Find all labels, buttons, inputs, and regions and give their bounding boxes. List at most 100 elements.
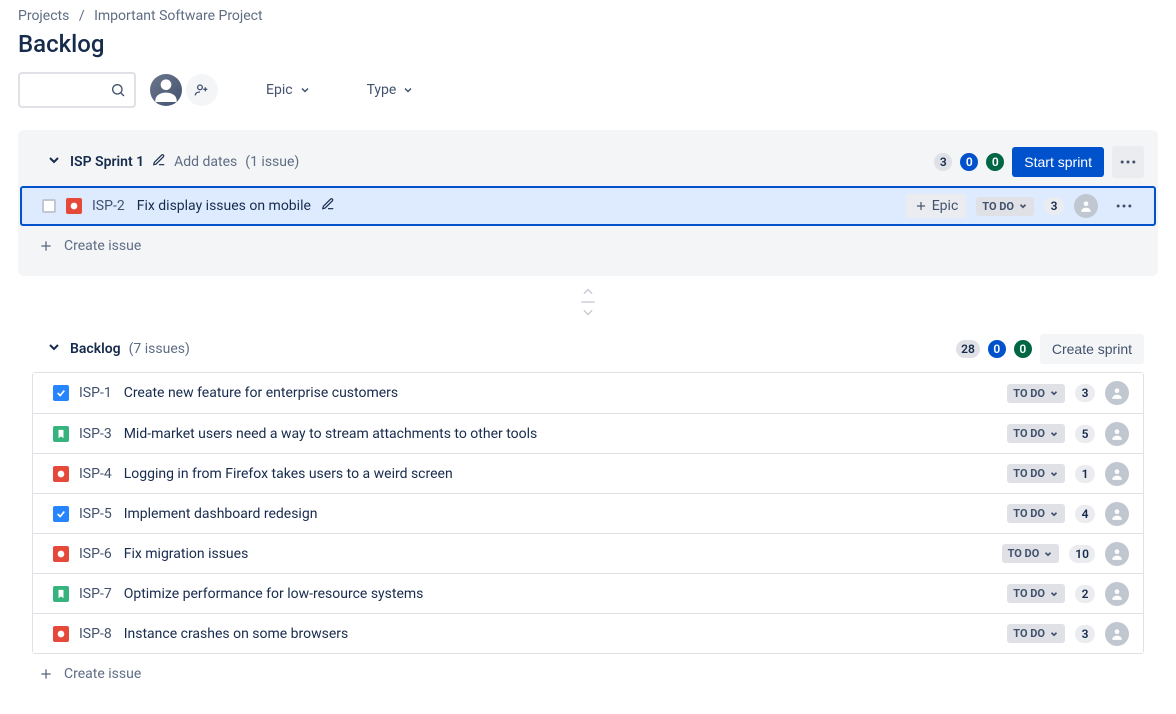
user-avatar[interactable] — [150, 74, 182, 106]
story-points: 2 — [1075, 585, 1095, 603]
status-lozenge[interactable]: TO DO — [1007, 464, 1065, 483]
unassigned-avatar[interactable] — [1105, 582, 1129, 606]
issue-summary[interactable]: Fix display issues on mobile — [137, 198, 311, 214]
status-lozenge[interactable]: TO DO — [976, 197, 1034, 216]
status-lozenge[interactable]: TO DO — [1002, 544, 1060, 563]
issue-summary[interactable]: Create new feature for enterprise custom… — [124, 385, 398, 401]
sprint-panel: ISP Sprint 1 Add dates (1 issue) 3 0 0 S… — [18, 130, 1158, 276]
issue-summary[interactable]: Logging in from Firefox takes users to a… — [124, 466, 453, 482]
create-sprint-button[interactable]: Create sprint — [1040, 334, 1144, 364]
story-points: 3 — [1075, 625, 1095, 643]
person-icon — [150, 74, 182, 106]
status-lozenge[interactable]: TO DO — [1007, 504, 1065, 523]
more-icon — [1118, 152, 1138, 172]
issue-more-button[interactable] — [1108, 190, 1140, 222]
page-title: Backlog — [18, 30, 1158, 58]
more-icon — [1114, 196, 1134, 216]
backlog-collapse-toggle[interactable] — [46, 339, 62, 359]
issue-key[interactable]: ISP-7 — [79, 586, 112, 602]
story-points: 4 — [1075, 505, 1095, 523]
sprint-create-issue[interactable]: Create issue — [18, 226, 1158, 266]
unassigned-avatar[interactable] — [1105, 381, 1129, 405]
epic-filter-dropdown[interactable]: Epic — [258, 76, 319, 104]
issue-row[interactable]: ISP-3 Mid-market users need a way to stre… — [33, 413, 1143, 453]
issue-summary[interactable]: Mid-market users need a way to stream at… — [124, 426, 538, 442]
issue-key[interactable]: ISP-4 — [79, 466, 112, 482]
sprint-add-dates-label[interactable]: Add dates — [174, 154, 237, 170]
status-lozenge[interactable]: TO DO — [1007, 584, 1065, 603]
backlog-panel: Backlog (7 issues) 28 0 0 Create sprint … — [18, 328, 1158, 694]
issue-key[interactable]: ISP-3 — [79, 426, 112, 442]
issue-key[interactable]: ISP-5 — [79, 506, 112, 522]
issue-key[interactable]: ISP-8 — [79, 626, 112, 642]
add-person-icon — [194, 82, 210, 98]
issue-summary[interactable]: Fix migration issues — [124, 546, 249, 562]
issue-summary[interactable]: Implement dashboard redesign — [124, 506, 318, 522]
drag-handle[interactable] — [18, 290, 1158, 314]
sprint-more-button[interactable] — [1112, 146, 1144, 178]
breadcrumb-separator: / — [79, 8, 85, 24]
issue-row[interactable]: ISP-5 Implement dashboard redesign TO DO 4 — [33, 493, 1143, 533]
chevron-down-icon — [1049, 469, 1059, 479]
edit-sprint-dates[interactable] — [152, 153, 166, 171]
issue-key[interactable]: ISP-6 — [79, 546, 112, 562]
sprint-inprogress-count: 0 — [960, 153, 978, 171]
issue-summary[interactable]: Instance crashes on some browsers — [124, 626, 349, 642]
backlog-issue-count: (7 issues) — [129, 341, 190, 357]
issue-row[interactable]: ISP-8 Instance crashes on some browsers TO… — [33, 613, 1143, 653]
story-icon — [53, 586, 69, 602]
unassigned-avatar[interactable] — [1105, 622, 1129, 646]
chevron-down-icon — [1049, 629, 1059, 639]
sprint-done-count: 0 — [986, 153, 1004, 171]
status-lozenge[interactable]: TO DO — [1007, 424, 1065, 443]
story-points: 3 — [1044, 197, 1064, 215]
breadcrumb-project[interactable]: Important Software Project — [94, 8, 263, 24]
grip-icon — [578, 307, 598, 317]
issue-row[interactable]: ISP-6 Fix migration issues TO DO 10 — [33, 533, 1143, 573]
chevron-down-icon — [402, 84, 414, 96]
status-lozenge[interactable]: TO DO — [1007, 624, 1065, 643]
issue-key[interactable]: ISP-2 — [92, 198, 125, 214]
unassigned-avatar[interactable] — [1105, 422, 1129, 446]
task-icon — [53, 385, 69, 401]
issue-row[interactable]: ISP-7 Optimize performance for low-resour… — [33, 573, 1143, 613]
plus-icon — [38, 238, 54, 254]
search-icon — [110, 82, 126, 98]
chevron-down-icon — [1049, 388, 1059, 398]
issue-summary[interactable]: Optimize performance for low-resource sy… — [124, 586, 424, 602]
backlog-todo-count: 28 — [956, 340, 980, 358]
unassigned-avatar[interactable] — [1074, 194, 1098, 218]
sprint-collapse-toggle[interactable] — [46, 152, 62, 172]
issue-checkbox[interactable] — [42, 199, 56, 213]
search-input[interactable] — [18, 72, 136, 108]
start-sprint-button[interactable]: Start sprint — [1012, 147, 1104, 177]
unassigned-avatar[interactable] — [1105, 462, 1129, 486]
type-filter-dropdown[interactable]: Type — [359, 76, 423, 104]
issue-row[interactable]: ISP-4 Logging in from Firefox takes users… — [33, 453, 1143, 493]
chevron-down-icon — [1049, 509, 1059, 519]
story-points: 3 — [1075, 384, 1095, 402]
story-points: 1 — [1075, 465, 1095, 483]
story-icon — [53, 426, 69, 442]
plus-icon — [914, 199, 928, 213]
assign-epic-button[interactable]: Epic — [906, 194, 967, 218]
status-lozenge[interactable]: TO DO — [1007, 384, 1065, 403]
issue-row[interactable]: ISP-1 Create new feature for enterprise c… — [33, 373, 1143, 413]
unassigned-avatar[interactable] — [1105, 542, 1129, 566]
grip-icon — [578, 287, 598, 297]
add-people-button[interactable] — [186, 74, 218, 106]
backlog-create-issue[interactable]: Create issue — [18, 654, 1158, 694]
chevron-down-icon — [46, 152, 62, 168]
issue-key[interactable]: ISP-1 — [79, 385, 112, 401]
unassigned-avatar[interactable] — [1105, 502, 1129, 526]
breadcrumb-root[interactable]: Projects — [18, 8, 69, 24]
chevron-down-icon — [1018, 201, 1028, 211]
chevron-down-icon — [46, 339, 62, 355]
edit-summary[interactable] — [321, 197, 335, 215]
backlog-done-count: 0 — [1014, 340, 1032, 358]
type-filter-label: Type — [367, 82, 397, 98]
story-points: 10 — [1069, 545, 1095, 563]
bug-icon — [66, 198, 82, 214]
epic-filter-label: Epic — [266, 82, 293, 98]
issue-row[interactable]: ISP-2 Fix display issues on mobile Epic TO … — [20, 186, 1156, 226]
